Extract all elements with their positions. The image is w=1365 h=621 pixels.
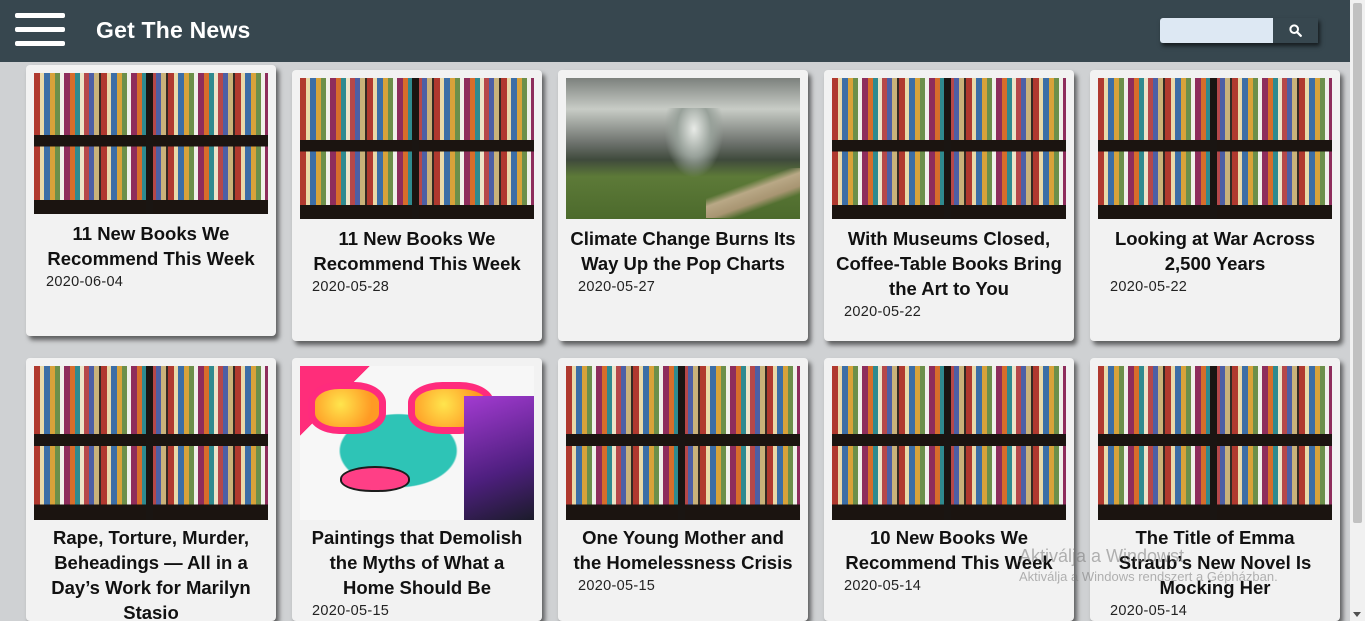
article-card[interactable]: With Museums Closed, Coffee-Table Books … [824,70,1074,341]
article-title: Looking at War Across 2,500 Years [1114,228,1316,274]
article-image [300,366,534,520]
scroll-down-arrow-icon[interactable] [1353,612,1361,617]
article-title: Paintings that Demolish the Myths of Wha… [311,527,523,598]
article-title: 11 New Books We Recommend This Week [313,228,521,274]
article-title: One Young Mother and the Homelessness Cr… [573,527,793,573]
search-icon [1289,24,1302,37]
article-card[interactable]: Paintings that Demolish the Myths of Wha… [292,358,542,621]
top-navbar: Get The News [0,0,1350,62]
article-date: 2020-05-14 [1110,603,1188,619]
article-image [566,78,800,219]
article-image [832,78,1066,219]
article-image [832,366,1066,520]
hamburger-menu-icon[interactable] [15,13,65,47]
article-image [566,366,800,520]
article-title: 11 New Books We Recommend This Week [47,223,255,269]
site-brand[interactable]: Get The News [96,17,251,44]
article-image [34,73,268,214]
article-card[interactable]: 11 New Books We Recommend This Week 2020… [292,70,542,341]
article-date: 2020-05-14 [844,578,922,594]
article-title: Rape, Torture, Murder, Beheadings — All … [51,527,251,621]
article-date: 2020-05-27 [578,279,656,295]
article-date: 2020-05-22 [1110,279,1188,295]
article-date: 2020-05-15 [578,578,656,594]
search-bar [1160,18,1318,43]
article-image [300,78,534,219]
article-title: 10 New Books We Recommend This Week [845,527,1053,573]
article-image [1098,78,1332,219]
article-date: 2020-05-22 [844,304,922,320]
article-card[interactable]: 10 New Books We Recommend This Week 2020… [824,358,1074,621]
article-title: Climate Change Burns Its Way Up the Pop … [570,228,796,274]
article-card[interactable]: 11 New Books We Recommend This Week 2020… [26,65,276,336]
article-card[interactable]: One Young Mother and the Homelessness Cr… [558,358,808,621]
article-card[interactable]: Rape, Torture, Murder, Beheadings — All … [26,358,276,621]
article-title: The Title of Emma Straub’s New Novel Is … [1118,527,1312,598]
search-button[interactable] [1273,18,1318,43]
scrollbar-thumb[interactable] [1353,3,1362,523]
article-date: 2020-06-04 [46,274,124,290]
search-input[interactable] [1160,18,1273,43]
article-title: With Museums Closed, Coffee-Table Books … [836,228,1062,299]
article-date: 2020-05-28 [312,279,390,295]
article-card[interactable]: Looking at War Across 2,500 Years 2020-0… [1090,70,1340,341]
article-image [34,366,268,520]
article-date: 2020-05-15 [312,603,390,619]
article-image [1098,366,1332,520]
page-scrollbar[interactable] [1350,0,1365,621]
article-card[interactable]: Climate Change Burns Its Way Up the Pop … [558,70,808,341]
article-card[interactable]: The Title of Emma Straub’s New Novel Is … [1090,358,1340,621]
